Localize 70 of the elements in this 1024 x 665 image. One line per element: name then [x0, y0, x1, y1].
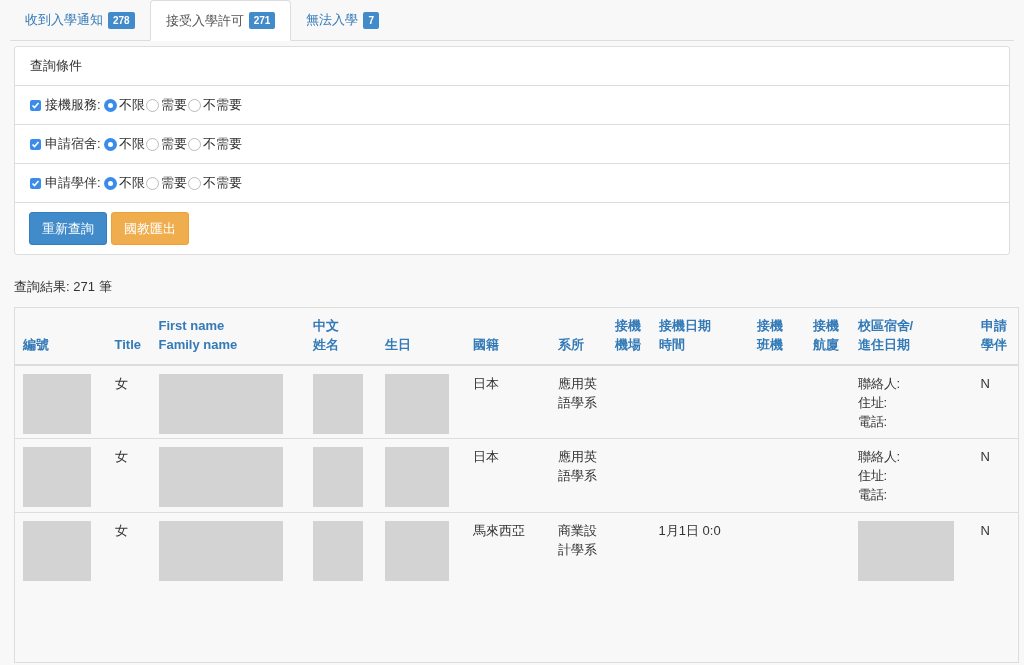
radio-label: 不限: [118, 96, 145, 115]
radio-button[interactable]: [103, 98, 117, 112]
radio-button[interactable]: [145, 137, 159, 151]
redaction-block: [23, 447, 91, 507]
table-cell-text: 聯絡人: 住址: 電話:: [857, 374, 902, 431]
table-cell-text: 應用英 語學系: [557, 374, 598, 412]
count-badge: 271: [248, 12, 276, 29]
redaction-block: [312, 447, 363, 507]
query-button[interactable]: 重新查詢: [29, 212, 107, 245]
radio-label: 不限: [118, 135, 145, 154]
table-cell-text: 商業設 計學系: [557, 522, 598, 559]
tab[interactable]: 接受入學許可 271: [149, 0, 292, 41]
column-header[interactable]: 接機機場: [614, 315, 643, 354]
table-cell-text: N: [980, 374, 991, 393]
filter-label: 申請宿舍:: [45, 135, 101, 154]
column-header[interactable]: 校區宿舍/ 進住日期: [857, 315, 965, 354]
tab[interactable]: 無法入學 7: [291, 0, 394, 40]
count-badge: 278: [108, 11, 135, 29]
count-badge: 7: [363, 11, 379, 29]
table-cell-text: N: [980, 448, 991, 466]
radio-label: 需要: [160, 135, 187, 154]
table-cell-text: 女: [114, 374, 129, 393]
radio-button[interactable]: [187, 98, 201, 112]
filter-label: 接機服務:: [45, 96, 101, 115]
table-cell-text: 1月1日 0:0: [658, 522, 722, 540]
redaction-block: [23, 521, 91, 581]
redaction-block: [312, 373, 363, 434]
radio-button[interactable]: [103, 176, 117, 190]
column-header[interactable]: 編號: [23, 334, 99, 354]
column-header[interactable]: 系所: [557, 334, 599, 354]
radio-button[interactable]: [145, 176, 159, 190]
redaction-block: [384, 447, 450, 507]
column-header[interactable]: 接機航廈: [812, 315, 841, 354]
radio-button[interactable]: [145, 98, 159, 112]
column-header[interactable]: 申請學伴: [980, 315, 1009, 354]
table-cell-text: 日本: [472, 448, 500, 466]
column-header[interactable]: First name Family name: [158, 315, 297, 354]
checkbox[interactable]: [30, 138, 41, 150]
redaction-block: [23, 373, 91, 434]
radio-button[interactable]: [187, 137, 201, 151]
table-cell-text: 女: [114, 522, 129, 540]
radio-label: 不需要: [202, 174, 242, 193]
column-header[interactable]: 生日: [384, 334, 457, 354]
checkbox[interactable]: [30, 177, 41, 189]
table-cell-text: 聯絡人: 住址: 電話:: [857, 448, 902, 504]
table-cell-text: 日本: [472, 374, 500, 393]
table-cell-text: 應用英 語學系: [557, 448, 598, 485]
radio-label: 需要: [160, 174, 187, 193]
panel-title: 查詢條件: [15, 47, 1009, 86]
redaction-block: [312, 521, 363, 581]
column-header[interactable]: 中文姓名: [312, 315, 341, 354]
radio-button[interactable]: [103, 137, 117, 151]
column-header[interactable]: Title: [114, 334, 143, 354]
redaction-block: [384, 373, 450, 434]
radio-button[interactable]: [187, 176, 201, 190]
filter-label: 申請學伴:: [45, 174, 101, 193]
redaction-block: [384, 521, 450, 581]
radio-label: 需要: [160, 96, 187, 115]
radio-label: 不需要: [202, 96, 242, 115]
radio-label: 不需要: [202, 135, 242, 154]
table-cell-text: 馬來西亞: [472, 522, 526, 540]
table-cell-text: 女: [114, 448, 129, 466]
column-header[interactable]: 國籍: [472, 334, 542, 354]
result-summary: 查詢結果: 271 筆: [14, 278, 113, 296]
column-header[interactable]: 接機日期時間: [658, 315, 713, 354]
column-header[interactable]: 接機班機: [756, 315, 785, 354]
radio-label: 不限: [118, 174, 145, 193]
tab[interactable]: 收到入學通知 278: [10, 0, 150, 40]
checkbox[interactable]: [30, 99, 41, 111]
table-cell-text: N: [980, 522, 991, 540]
